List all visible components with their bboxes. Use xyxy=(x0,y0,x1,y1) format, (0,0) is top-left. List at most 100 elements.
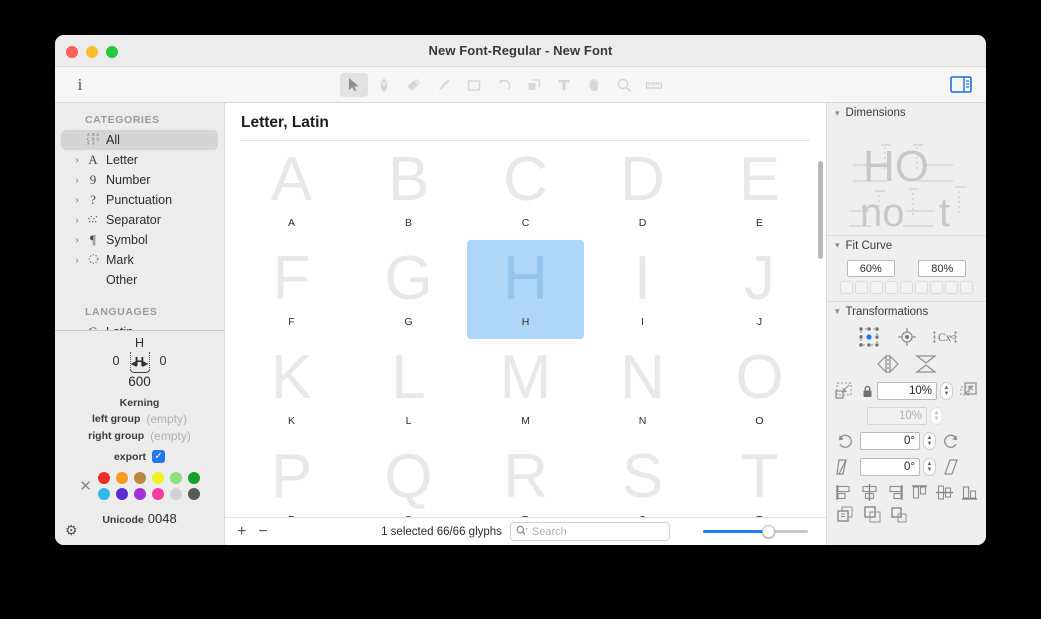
fit-curve-preset-slot[interactable] xyxy=(900,281,913,294)
right-group-row[interactable]: right group (empty) xyxy=(55,429,224,443)
fit-curve-left-button[interactable]: 60% xyxy=(846,260,895,277)
chevron-right-icon[interactable]: › xyxy=(71,255,83,266)
slant-left-icon[interactable] xyxy=(833,457,857,477)
magnifier-icon[interactable] xyxy=(610,73,638,97)
color-swatch[interactable] xyxy=(133,488,146,500)
ruler-icon[interactable] xyxy=(640,73,668,97)
glyph-cell[interactable]: RR xyxy=(467,438,584,517)
chevron-right-icon[interactable]: › xyxy=(71,235,83,246)
fit-curve-preset-slot[interactable] xyxy=(885,281,898,294)
right-group-value[interactable]: (empty) xyxy=(150,429,191,443)
transform-bbox-icon[interactable] xyxy=(857,327,881,347)
fit-curve-preset-slot[interactable] xyxy=(870,281,883,294)
align-bottom-icon[interactable] xyxy=(959,483,980,502)
rotate-counterclockwise-icon[interactable] xyxy=(833,431,857,451)
color-swatch[interactable] xyxy=(187,472,200,484)
color-swatch[interactable] xyxy=(97,488,110,500)
flip-horizontal-icon[interactable] xyxy=(876,354,900,374)
vertical-scrollbar[interactable] xyxy=(818,161,823,259)
glyph-cell[interactable]: EE xyxy=(701,141,818,240)
maximize-window-button[interactable] xyxy=(106,46,118,58)
glyph-cell-selected[interactable]: HH xyxy=(467,240,584,339)
sidebar-item-all[interactable]: ABאÇRGSX All xyxy=(61,130,218,150)
slant-right-icon[interactable] xyxy=(939,457,963,477)
rotate-clockwise-icon[interactable] xyxy=(939,431,963,451)
align-center-horizontal-icon[interactable] xyxy=(859,483,880,502)
glyph-cell[interactable]: JJ xyxy=(701,240,818,339)
color-swatch[interactable] xyxy=(97,472,110,484)
text-t-icon[interactable] xyxy=(550,73,578,97)
minimize-window-button[interactable] xyxy=(86,46,98,58)
flip-vertical-icon[interactable] xyxy=(914,354,938,374)
glyph-cell[interactable]: PP xyxy=(233,438,350,517)
glyph-cell[interactable]: QQ xyxy=(350,438,467,517)
select-tool[interactable] xyxy=(340,72,368,97)
undo-arrow-icon[interactable] xyxy=(490,73,518,97)
fit-curve-right-button[interactable]: 80% xyxy=(918,260,967,277)
color-swatch[interactable] xyxy=(187,488,200,500)
glyph-width-value[interactable]: 600 xyxy=(55,374,224,389)
scale-y-stepper[interactable]: ▲ ▼ xyxy=(930,407,943,425)
gear-icon[interactable]: ⚙ xyxy=(65,522,78,539)
unicode-value[interactable]: 0048 xyxy=(148,511,177,526)
align-left-icon[interactable] xyxy=(834,483,855,502)
chevron-down-icon[interactable]: ▾ xyxy=(835,108,840,119)
chevron-down-icon[interactable]: ▾ xyxy=(835,240,840,251)
group-icon[interactable] xyxy=(889,505,910,524)
close-window-button[interactable] xyxy=(66,46,78,58)
sidebar-item-number[interactable]: › 9 Number xyxy=(61,170,218,190)
x-clear-icon[interactable]: ✕ xyxy=(79,477,92,495)
sidebar-item-symbol[interactable]: › ¶ Symbol xyxy=(61,230,218,250)
scale-down-icon[interactable] xyxy=(833,381,857,401)
eraser-icon[interactable] xyxy=(400,73,428,97)
pen-nib-icon[interactable] xyxy=(370,73,398,97)
chevron-right-icon[interactable]: › xyxy=(71,195,83,206)
align-top-icon[interactable] xyxy=(909,483,930,502)
lock-icon[interactable] xyxy=(860,385,874,398)
chevron-right-icon[interactable]: › xyxy=(71,215,83,226)
fit-curve-preset-slot[interactable] xyxy=(960,281,973,294)
sidebar-item-mark[interactable]: › Mark xyxy=(61,250,218,270)
sidebar-item-other[interactable]: Other xyxy=(61,270,218,290)
fit-curve-preset-slot[interactable] xyxy=(840,281,853,294)
color-swatch[interactable] xyxy=(169,488,182,500)
pencil-icon[interactable] xyxy=(430,73,458,97)
glyph-cell[interactable]: II xyxy=(584,240,701,339)
glyph-cell[interactable]: AA xyxy=(233,141,350,240)
left-group-value[interactable]: (empty) xyxy=(146,412,187,426)
duplicate-shape-icon[interactable] xyxy=(520,73,548,97)
fit-curve-pane-header[interactable]: ▾ Fit Curve xyxy=(827,235,986,255)
rectangle-icon[interactable] xyxy=(460,73,488,97)
color-swatch[interactable] xyxy=(151,472,164,484)
glyph-cell[interactable]: CC xyxy=(467,141,584,240)
color-swatch[interactable] xyxy=(115,472,128,484)
info-icon[interactable]: i xyxy=(67,73,93,97)
send-back-icon[interactable] xyxy=(862,505,883,524)
glyph-cell[interactable]: FF xyxy=(233,240,350,339)
sidebar-item-latin[interactable]: › G Latin xyxy=(61,322,218,330)
rotate-field[interactable]: 0° xyxy=(860,432,920,450)
glyph-cell[interactable]: TT xyxy=(701,438,818,517)
scale-x-stepper[interactable]: ▲ ▼ xyxy=(940,382,953,400)
glyph-cell[interactable]: LL xyxy=(350,339,467,438)
left-sidebearing-value[interactable]: 0 xyxy=(113,354,120,368)
color-swatch[interactable] xyxy=(169,472,182,484)
bring-front-icon[interactable] xyxy=(835,505,856,524)
fit-curve-preset-slot[interactable] xyxy=(855,281,868,294)
glyph-cell[interactable]: KK xyxy=(233,339,350,438)
fit-curve-preset-slot[interactable] xyxy=(945,281,958,294)
slant-stepper[interactable]: ▲ ▼ xyxy=(923,458,936,476)
color-swatch[interactable] xyxy=(115,488,128,500)
dimensions-pane-header[interactable]: ▾ Dimensions xyxy=(827,103,986,123)
sidebar-item-separator[interactable]: › Separator xyxy=(61,210,218,230)
slant-field[interactable]: 0° xyxy=(860,458,920,476)
glyph-cell[interactable]: NN xyxy=(584,339,701,438)
transform-metrics-icon[interactable]: Cx xyxy=(932,327,957,347)
chevron-down-icon[interactable]: ▾ xyxy=(835,306,840,317)
transformations-pane-header[interactable]: ▾ Transformations xyxy=(827,301,986,321)
zoom-slider[interactable] xyxy=(703,525,808,539)
slider-knob[interactable] xyxy=(762,525,776,538)
scale-up-icon[interactable] xyxy=(956,381,980,401)
sidebar-item-letter[interactable]: › A Letter xyxy=(61,150,218,170)
glyph-cell[interactable]: BB xyxy=(350,141,467,240)
